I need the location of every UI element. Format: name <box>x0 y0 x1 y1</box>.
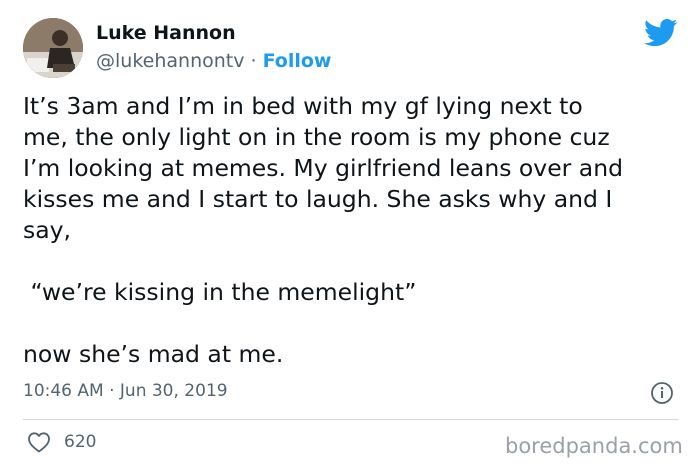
tweet-text: It’s 3am and I’m in bed with my gf lying… <box>23 92 624 368</box>
author-handle[interactable]: @lukehannontv <box>96 50 244 72</box>
heart-icon[interactable] <box>27 431 51 453</box>
tweet-card: Luke Hannon @lukehannontv · Follow It’s … <box>0 0 700 471</box>
divider <box>23 419 678 420</box>
like-count: 620 <box>64 432 97 452</box>
tweet-timestamp[interactable]: 10:46 AM · Jun 30, 2019 <box>23 381 228 401</box>
author-handle-row: @lukehannontv · Follow <box>96 50 332 72</box>
avatar[interactable] <box>23 18 83 78</box>
watermark: boredpanda.com <box>505 434 683 458</box>
info-icon[interactable] <box>650 381 674 405</box>
avatar-photo <box>23 18 83 78</box>
twitter-bird-icon[interactable] <box>644 18 678 48</box>
separator-dot: · <box>244 50 263 72</box>
follow-button[interactable]: Follow <box>263 50 332 72</box>
author-name[interactable]: Luke Hannon <box>96 22 236 44</box>
